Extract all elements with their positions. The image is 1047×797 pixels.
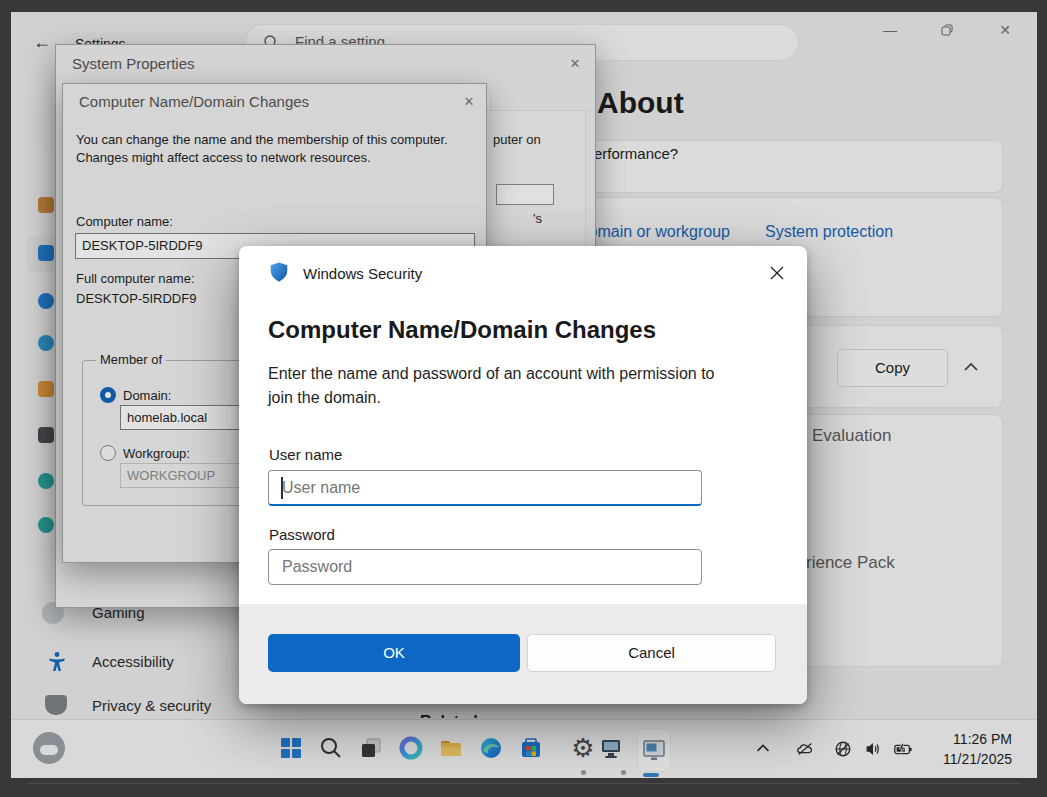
winsec-body: Enter the name and password of an accoun…: [268, 362, 730, 410]
frame-line: [28, 783, 1020, 784]
password-input[interactable]: [268, 549, 702, 585]
winsec-close-icon[interactable]: [769, 265, 785, 281]
password-label: Password: [269, 526, 335, 543]
cancel-button[interactable]: Cancel: [527, 634, 776, 672]
text-caret: [281, 477, 283, 499]
winsec-heading: Computer Name/Domain Changes: [268, 316, 656, 344]
username-input[interactable]: [268, 470, 702, 506]
windows-security-shield-icon: [268, 261, 290, 283]
ok-button[interactable]: OK: [268, 634, 520, 672]
winsec-app-name: Windows Security: [303, 265, 422, 282]
username-label: User name: [269, 446, 342, 463]
desktop-screen: ← Settings Find a setting — ✕ Gaming Acc…: [11, 12, 1037, 778]
windows-security-dialog: Windows Security Computer Name/Domain Ch…: [239, 246, 807, 704]
